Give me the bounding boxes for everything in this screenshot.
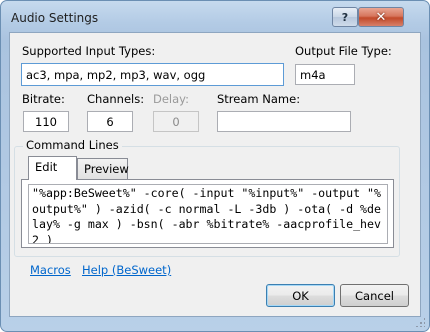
help-icon[interactable]: ? — [332, 7, 358, 27]
output-file-type-input[interactable] — [295, 64, 355, 85]
cancel-button[interactable]: Cancel — [340, 284, 409, 307]
bitrate-input[interactable] — [23, 111, 69, 132]
command-line-textarea[interactable]: "%app:BeSweet%" -core( -input "%input%" … — [28, 184, 388, 244]
window-title: Audio Settings — [11, 11, 99, 25]
delay-input — [153, 111, 199, 132]
output-file-type-label: Output File Type: — [295, 44, 392, 58]
help-besweet-link[interactable]: Help (BeSweet) — [82, 263, 171, 277]
supported-input-types-input[interactable] — [21, 63, 284, 86]
channels-input[interactable] — [87, 111, 133, 132]
tab-preview[interactable]: Preview — [77, 158, 129, 179]
supported-input-types-label: Supported Input Types: — [22, 44, 156, 58]
tab-edit[interactable]: Edit — [28, 156, 77, 180]
ok-button[interactable]: OK — [266, 284, 335, 307]
resize-grip-icon[interactable] — [415, 317, 425, 327]
stream-name-label: Stream Name: — [217, 92, 301, 106]
close-icon[interactable]: ✕ — [358, 7, 404, 27]
channels-label: Channels: — [87, 92, 145, 106]
delay-label: Delay: — [153, 92, 190, 106]
command-lines-group-title: Command Lines — [23, 138, 122, 152]
bitrate-label: Bitrate: — [22, 92, 65, 106]
stream-name-input[interactable] — [217, 111, 351, 132]
macros-link[interactable]: Macros — [30, 263, 71, 277]
audio-settings-window: Audio Settings ? ✕ Supported Input Types… — [0, 0, 430, 332]
